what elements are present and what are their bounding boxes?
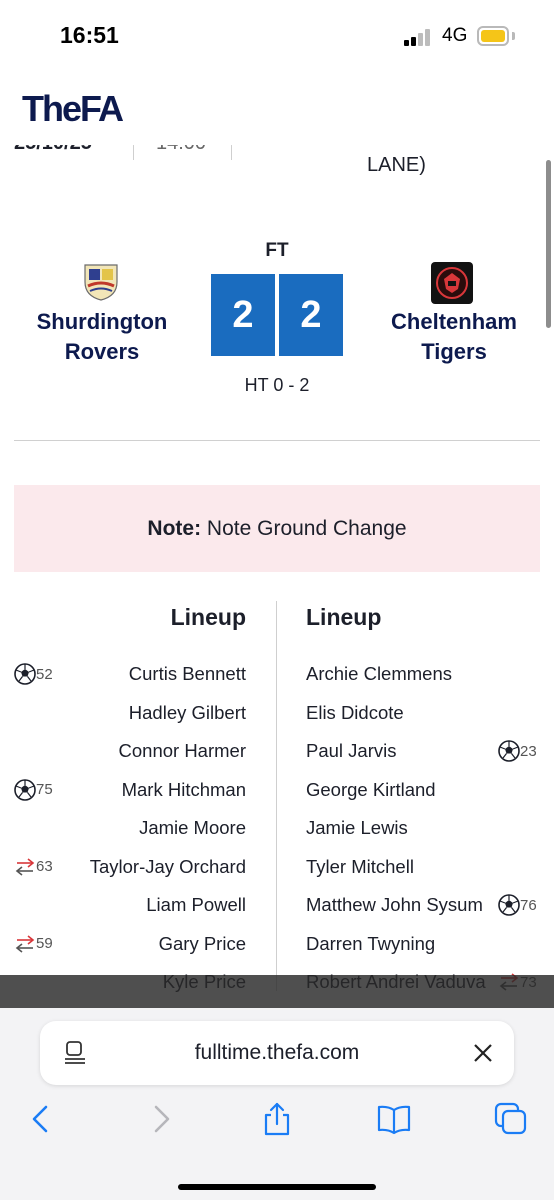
lineup-row: Curtis Bennett Archie Clemmens 52 xyxy=(0,658,554,690)
substitution-icon xyxy=(14,856,36,878)
status-time: 16:51 xyxy=(60,22,119,48)
home-indicator xyxy=(178,1184,376,1190)
away-player-event: 23 xyxy=(498,740,537,762)
match-status: FT xyxy=(265,240,289,261)
home-player-name[interactable]: Mark Hitchman xyxy=(122,779,246,801)
home-player-name[interactable]: Connor Harmer xyxy=(119,740,247,762)
event-minute: 76 xyxy=(520,896,537,914)
away-team-crest-icon xyxy=(431,262,473,304)
battery-tip xyxy=(512,32,515,40)
away-player-name[interactable]: Darren Twyning xyxy=(306,933,435,955)
home-team-crest-icon xyxy=(84,264,118,301)
lineup-row: Hadley Gilbert Elis Didcote xyxy=(0,697,554,729)
event-minute: 59 xyxy=(36,935,53,952)
home-player-name[interactable]: Gary Price xyxy=(159,933,246,955)
tabs-icon[interactable] xyxy=(494,1102,528,1136)
forward-icon[interactable] xyxy=(144,1102,178,1136)
lineup-row: Jamie Moore Jamie Lewis xyxy=(0,812,554,844)
lineup-row: Liam Powell Matthew John Sysum 76 xyxy=(0,889,554,921)
away-score: 2 xyxy=(279,274,343,356)
home-player-name[interactable]: Liam Powell xyxy=(146,894,246,916)
away-team-name-line1: Cheltenham xyxy=(391,309,517,334)
network-type: 4G xyxy=(442,25,468,46)
away-lineup-heading: Lineup xyxy=(306,604,382,630)
goal-icon xyxy=(14,663,36,685)
event-minute: 63 xyxy=(36,858,53,875)
away-player-name[interactable]: Matthew John Sysum xyxy=(306,894,483,916)
home-player-name[interactable]: Taylor-Jay Orchard xyxy=(90,856,246,878)
cellular-signal-icon xyxy=(404,28,434,46)
away-player-event: 76 xyxy=(498,894,537,916)
bookmarks-icon[interactable] xyxy=(377,1102,411,1136)
goal-icon xyxy=(498,740,520,762)
back-icon[interactable] xyxy=(24,1102,58,1136)
match-venue: LANE) xyxy=(367,154,426,176)
battery-icon xyxy=(477,26,509,46)
event-minute: 23 xyxy=(520,742,537,760)
away-team-name[interactable]: Cheltenham Tigers xyxy=(366,307,542,367)
event-minute: 52 xyxy=(36,665,53,683)
lineup-row: Gary Price Darren Twyning 59 xyxy=(0,928,554,960)
divider xyxy=(14,440,540,441)
status-bar: 16:51 4G xyxy=(0,0,554,70)
away-player-name[interactable]: Jamie Lewis xyxy=(306,817,408,839)
goal-icon xyxy=(498,894,520,916)
home-player-event: 75 xyxy=(14,778,53,801)
away-team-name-line2: Tigers xyxy=(421,339,487,364)
away-player-name[interactable]: Archie Clemmens xyxy=(306,663,452,685)
close-icon[interactable] xyxy=(472,1042,494,1064)
url-text[interactable]: fulltime.thefa.com xyxy=(40,1041,514,1065)
note-label: Note: xyxy=(147,517,202,540)
away-player-name[interactable]: George Kirtland xyxy=(306,779,436,801)
home-lineup-heading: Lineup xyxy=(170,604,246,630)
away-player-name[interactable]: Tyler Mitchell xyxy=(306,856,414,878)
home-player-name[interactable]: Curtis Bennett xyxy=(129,663,246,685)
ground-change-note: Note: Note Ground Change xyxy=(14,485,540,572)
home-player-event: 63 xyxy=(14,856,53,878)
substitution-icon xyxy=(14,933,36,955)
address-bar[interactable]: fulltime.thefa.com xyxy=(40,1021,514,1085)
home-player-event: 52 xyxy=(14,663,53,685)
share-icon[interactable] xyxy=(260,1102,294,1136)
away-player-name[interactable]: Paul Jarvis xyxy=(306,740,396,762)
lineup-row: Taylor-Jay Orchard Tyler Mitchell 63 xyxy=(0,851,554,883)
event-minute: 75 xyxy=(36,781,53,798)
lineup-row: Mark Hitchman George Kirtland 75 xyxy=(0,774,554,806)
header-shadow xyxy=(0,136,554,146)
home-player-event: 59 xyxy=(14,933,53,955)
half-time-score: HT 0 - 2 xyxy=(244,375,310,395)
site-header: TheFA xyxy=(0,70,554,145)
the-fa-logo[interactable]: TheFA xyxy=(22,88,124,130)
page-overlay-shade xyxy=(0,975,554,1011)
lineup-row: Connor Harmer Paul Jarvis 23 xyxy=(0,735,554,767)
home-player-name[interactable]: Hadley Gilbert xyxy=(129,702,246,724)
note-text: Note Ground Change xyxy=(201,517,407,540)
home-player-name[interactable]: Jamie Moore xyxy=(139,817,246,839)
goal-icon xyxy=(14,778,36,801)
home-score: 2 xyxy=(211,274,275,356)
away-player-name[interactable]: Elis Didcote xyxy=(306,702,404,724)
home-team-name-line2: Rovers xyxy=(64,339,140,364)
home-team-name[interactable]: Shurdington Rovers xyxy=(14,307,190,367)
home-team-name-line1: Shurdington xyxy=(36,309,168,334)
